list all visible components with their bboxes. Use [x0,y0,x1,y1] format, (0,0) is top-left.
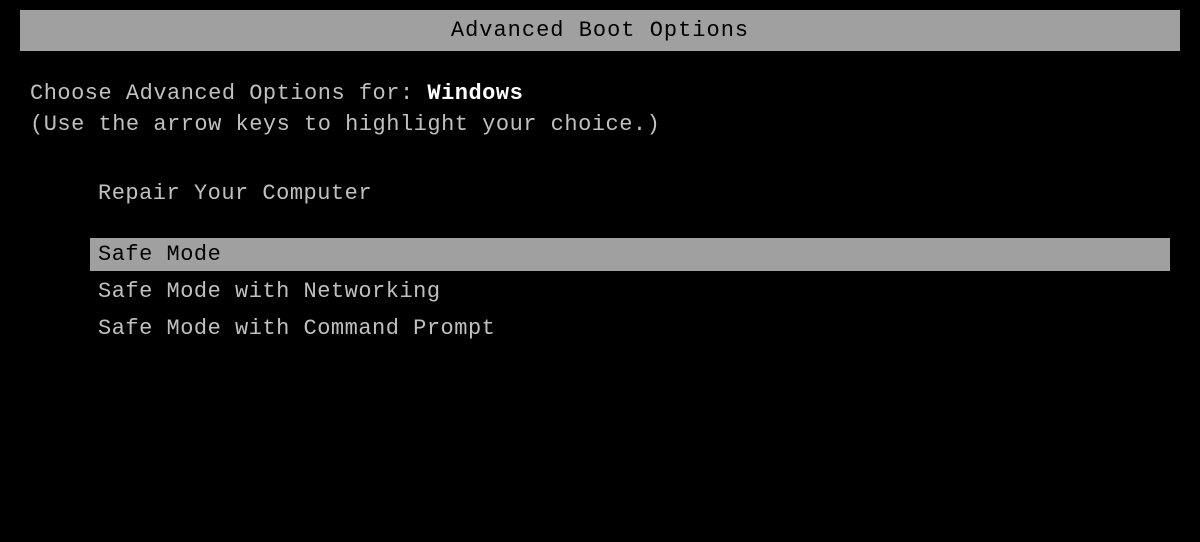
safe-mode-command-item[interactable]: Safe Mode with Command Prompt [90,312,1170,345]
subtitle-highlight: Windows [427,81,523,106]
menu-section: Repair Your Computer Safe Mode Safe Mode… [30,177,1170,349]
title-bar: Advanced Boot Options [20,10,1180,51]
safe-mode-item[interactable]: Safe Mode [90,238,1170,271]
repair-menu-item[interactable]: Repair Your Computer [90,177,1170,210]
title-text: Advanced Boot Options [451,18,749,43]
subtitle-prefix: Choose Advanced Options for: [30,81,427,106]
content-area: Choose Advanced Options for: Windows (Us… [0,51,1200,542]
bios-screen: Advanced Boot Options Choose Advanced Op… [0,0,1200,542]
safe-mode-networking-item[interactable]: Safe Mode with Networking [90,275,1170,308]
subtitle-line1: Choose Advanced Options for: Windows [30,81,1170,106]
subtitle-line2: (Use the arrow keys to highlight your ch… [30,112,1170,137]
